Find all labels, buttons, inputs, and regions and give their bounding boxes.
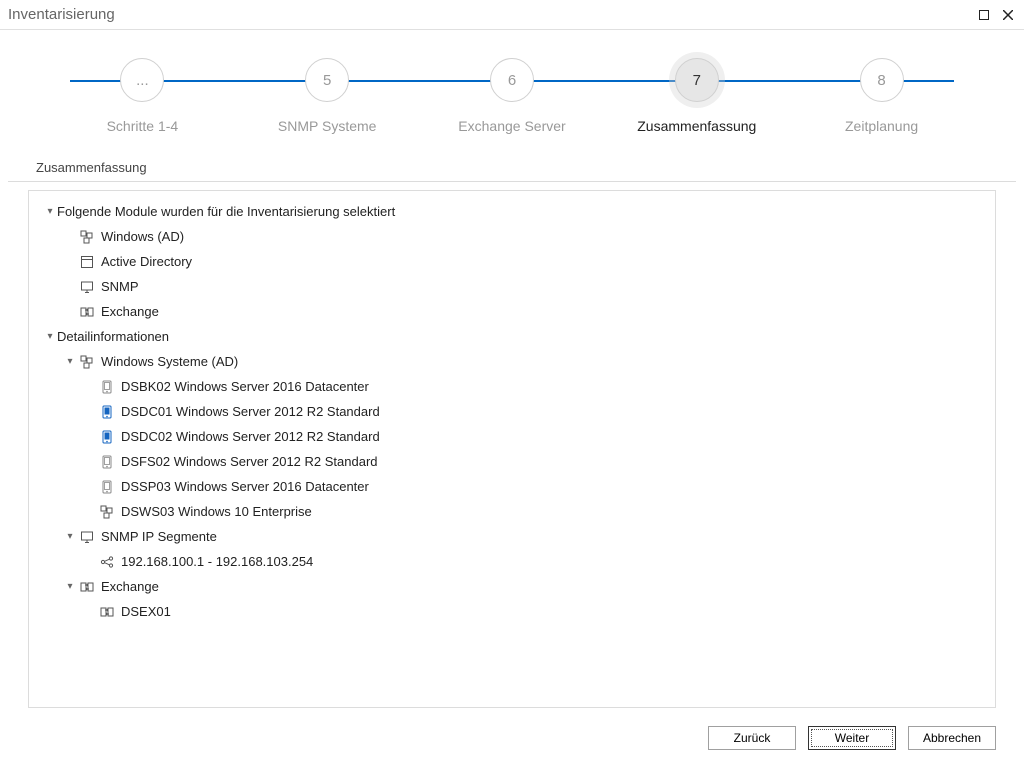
step-circle: 6 xyxy=(490,58,534,102)
tree-label: SNMP xyxy=(101,274,139,299)
step-1-4[interactable]: ... Schritte 1-4 xyxy=(50,58,235,134)
wizard-stepper: ... Schritte 1-4 5 SNMP Systeme 6 Exchan… xyxy=(0,30,1024,152)
tree-label: DSBK02 Windows Server 2016 Datacenter xyxy=(121,374,369,399)
tree-label: Active Directory xyxy=(101,249,192,274)
chevron-down-icon[interactable]: ▾ xyxy=(63,349,77,374)
tree-label: Exchange xyxy=(101,574,159,599)
windows-ad-icon xyxy=(99,504,115,520)
step-exchange-server[interactable]: 6 Exchange Server xyxy=(420,58,605,134)
device-icon xyxy=(99,379,115,395)
footer-buttons: Zurück Weiter Abbrechen xyxy=(0,716,1024,768)
tree-item[interactable]: DSSP03 Windows Server 2016 Datacenter xyxy=(37,474,987,499)
tree-label: Detailinformationen xyxy=(57,324,169,349)
tree-group-windows[interactable]: ▾ Windows Systeme (AD) xyxy=(37,349,987,374)
chevron-down-icon[interactable]: ▾ xyxy=(63,524,77,549)
device-icon xyxy=(99,429,115,445)
tree-item[interactable]: DSBK02 Windows Server 2016 Datacenter xyxy=(37,374,987,399)
step-label: Schritte 1-4 xyxy=(107,118,179,134)
titlebar: Inventarisierung xyxy=(0,0,1024,30)
tree-label: Windows Systeme (AD) xyxy=(101,349,238,374)
step-circle: 5 xyxy=(305,58,349,102)
chevron-down-icon[interactable]: ▾ xyxy=(43,324,57,349)
tree-item[interactable]: ▾ Exchange xyxy=(37,299,987,324)
section-title: Zusammenfassung xyxy=(8,152,1016,182)
tree-group-exchange[interactable]: ▾ Exchange xyxy=(37,574,987,599)
next-button[interactable]: Weiter xyxy=(808,726,896,750)
windows-ad-icon xyxy=(79,229,95,245)
exchange-icon xyxy=(79,304,95,320)
step-snmp-systeme[interactable]: 5 SNMP Systeme xyxy=(235,58,420,134)
tree-item[interactable]: DSEX01 xyxy=(37,599,987,624)
tree-label: DSDC01 Windows Server 2012 R2 Standard xyxy=(121,399,380,424)
tree-item[interactable]: ▾ SNMP xyxy=(37,274,987,299)
back-button[interactable]: Zurück xyxy=(708,726,796,750)
tree-label: DSFS02 Windows Server 2012 R2 Standard xyxy=(121,449,378,474)
device-icon xyxy=(99,404,115,420)
tree-item[interactable]: 192.168.100.1 - 192.168.103.254 xyxy=(37,549,987,574)
tree-item[interactable]: DSDC02 Windows Server 2012 R2 Standard xyxy=(37,424,987,449)
tree-item[interactable]: DSDC01 Windows Server 2012 R2 Standard xyxy=(37,399,987,424)
tree-group-snmp[interactable]: ▾ SNMP IP Segmente xyxy=(37,524,987,549)
tree-group-modules[interactable]: ▾ Folgende Module wurden für die Inventa… xyxy=(37,199,987,224)
cancel-button[interactable]: Abbrechen xyxy=(908,726,996,750)
step-circle: ... xyxy=(120,58,164,102)
chevron-down-icon[interactable]: ▾ xyxy=(43,199,57,224)
step-label: Zeitplanung xyxy=(845,118,918,134)
tree-label: Windows (AD) xyxy=(101,224,184,249)
device-icon xyxy=(99,479,115,495)
chevron-down-icon[interactable]: ▾ xyxy=(63,574,77,599)
tree-item[interactable]: DSWS03 Windows 10 Enterprise xyxy=(37,499,987,524)
tree-label: DSDC02 Windows Server 2012 R2 Standard xyxy=(121,424,380,449)
tree-group-details[interactable]: ▾ Detailinformationen xyxy=(37,324,987,349)
step-label: Zusammenfassung xyxy=(637,118,756,134)
step-label: Exchange Server xyxy=(458,118,565,134)
windows-ad-icon xyxy=(79,354,95,370)
tree-label: DSSP03 Windows Server 2016 Datacenter xyxy=(121,474,369,499)
tree-label: DSEX01 xyxy=(121,599,171,624)
tree-label: DSWS03 Windows 10 Enterprise xyxy=(121,499,312,524)
active-directory-icon xyxy=(79,254,95,270)
tree-label: Folgende Module wurden für die Inventari… xyxy=(57,199,395,224)
step-circle: 8 xyxy=(860,58,904,102)
summary-tree: ▾ Folgende Module wurden für die Inventa… xyxy=(28,190,996,708)
step-zeitplanung[interactable]: 8 Zeitplanung xyxy=(789,58,974,134)
monitor-icon xyxy=(79,279,95,295)
monitor-icon xyxy=(79,529,95,545)
tree-item[interactable]: ▾ Windows (AD) xyxy=(37,224,987,249)
exchange-icon xyxy=(99,604,115,620)
maximize-button[interactable] xyxy=(976,7,992,23)
tree-item[interactable]: ▾ Active Directory xyxy=(37,249,987,274)
tree-item[interactable]: DSFS02 Windows Server 2012 R2 Standard xyxy=(37,449,987,474)
tree-label: Exchange xyxy=(101,299,159,324)
tree-label: 192.168.100.1 - 192.168.103.254 xyxy=(121,549,313,574)
step-label: SNMP Systeme xyxy=(278,118,377,134)
close-button[interactable] xyxy=(1000,7,1016,23)
exchange-icon xyxy=(79,579,95,595)
tree-label: SNMP IP Segmente xyxy=(101,524,217,549)
window-title: Inventarisierung xyxy=(8,6,976,23)
step-zusammenfassung[interactable]: 7 Zusammenfassung xyxy=(604,58,789,134)
step-circle: 7 xyxy=(675,58,719,102)
share-icon xyxy=(99,554,115,570)
device-icon xyxy=(99,454,115,470)
